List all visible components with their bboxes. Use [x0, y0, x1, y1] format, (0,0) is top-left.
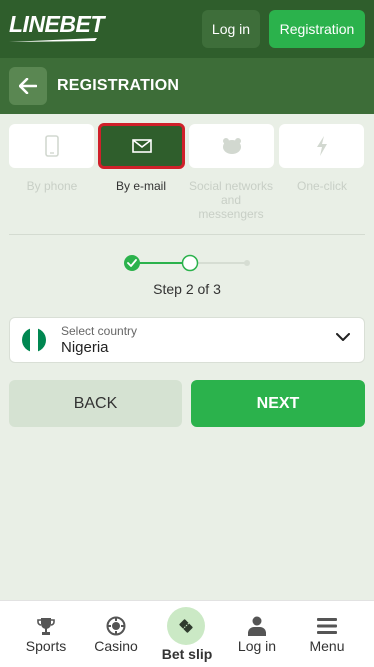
method-label-phone: By phone: [26, 179, 78, 193]
hamburger-icon: [317, 618, 337, 634]
top-bar: LINEBET Log in Registration: [0, 0, 374, 58]
lightning-icon: [316, 136, 327, 156]
nav-label-login: Log in: [237, 638, 277, 654]
nav-label-menu: Menu: [309, 638, 345, 654]
country-caption: Select country: [61, 324, 138, 338]
ticket-icon: [179, 619, 193, 633]
method-social-networks[interactable]: [189, 124, 274, 168]
step-1-done: [124, 255, 140, 271]
logo-swoosh: [9, 38, 97, 42]
next-button[interactable]: NEXT: [191, 380, 365, 427]
login-button[interactable]: Log in: [202, 10, 260, 48]
method-label-social: Social networks and messengers: [188, 179, 274, 221]
page-title: REGISTRATION: [57, 77, 180, 94]
step-3-pending: [244, 260, 250, 266]
nav-sports[interactable]: Sports: [11, 601, 81, 667]
chevron-down-icon: [336, 333, 350, 341]
method-by-phone[interactable]: [9, 124, 94, 168]
nigeria-flag-icon: [22, 328, 46, 352]
arrow-left-icon: [19, 78, 37, 94]
registration-button[interactable]: Registration: [269, 10, 365, 48]
progress-stepper: [124, 254, 250, 272]
back-arrow-button[interactable]: [9, 67, 47, 105]
linebet-logo[interactable]: LINEBET: [9, 13, 104, 36]
user-icon: [248, 616, 266, 636]
nav-label-bet-slip: Bet slip: [161, 646, 213, 662]
method-one-click[interactable]: [279, 124, 364, 168]
nav-casino[interactable]: Casino: [81, 601, 151, 667]
bet-slip-badge: [167, 607, 205, 645]
back-button[interactable]: BACK: [9, 380, 182, 427]
country-select[interactable]: Select country Nigeria: [9, 317, 365, 363]
country-value: Nigeria: [61, 339, 109, 356]
nav-label-casino: Casino: [94, 638, 138, 654]
casino-chip-icon: [106, 616, 126, 636]
nav-label-sports: Sports: [25, 638, 67, 654]
step-2-current: [181, 254, 199, 272]
phone-icon: [44, 135, 59, 157]
nav-bet-slip[interactable]: Bet slip: [152, 601, 222, 667]
page-header: REGISTRATION: [0, 58, 374, 114]
method-label-one-click: One-click: [296, 179, 347, 193]
nav-login[interactable]: Log in: [222, 601, 292, 667]
divider: [9, 234, 365, 235]
envelope-icon: [131, 139, 152, 153]
method-label-email: By e-mail: [115, 179, 166, 193]
method-by-email[interactable]: [98, 123, 185, 169]
bottom-nav: Sports Casino Bet slip Log in Menu: [0, 600, 374, 667]
social-icon: [222, 138, 241, 154]
trophy-icon: [37, 618, 55, 635]
nav-menu[interactable]: Menu: [292, 601, 362, 667]
step-indicator-label: Step 2 of 3: [153, 281, 221, 297]
